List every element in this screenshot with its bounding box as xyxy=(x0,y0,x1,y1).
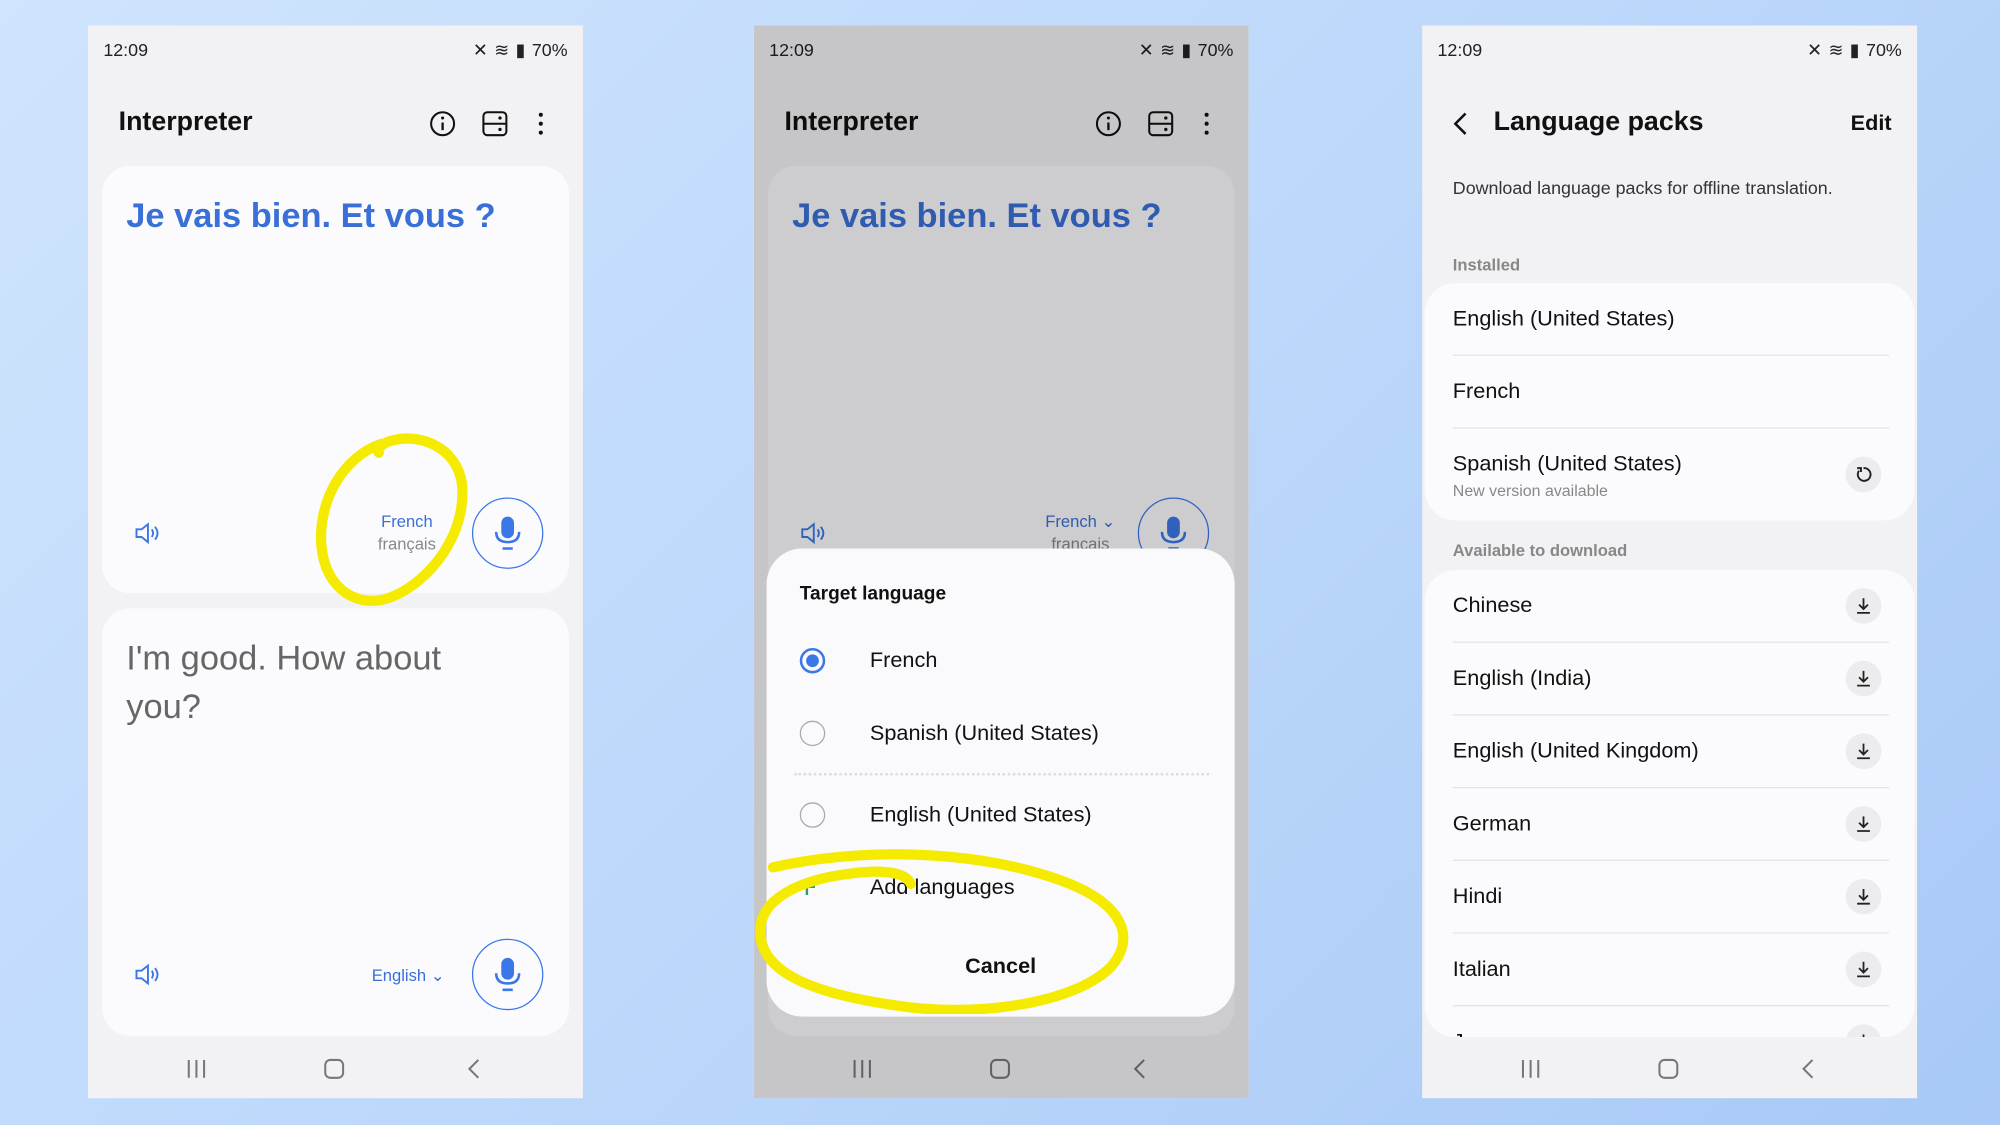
radio-unselected[interactable] xyxy=(799,720,826,747)
interpreter-screen: 12:09 ✕ ≋ ▮ 70% Interpreter Je vais bien. E… xyxy=(88,25,583,1099)
microphone-icon xyxy=(494,957,521,992)
source-language-selector[interactable]: English ⌄ xyxy=(364,964,453,987)
download-icon xyxy=(1862,1034,1865,1037)
target-language-screen: 12:09 ✕ ≋ ▮ 70% Interpreter Je vais bien. E… xyxy=(753,25,1249,1099)
back-arrow-icon[interactable] xyxy=(1450,108,1473,139)
language-name: Italian xyxy=(1452,956,1511,981)
highlight-circle xyxy=(755,849,1129,1015)
chevron-down-icon: ⌄ xyxy=(430,965,445,985)
option-label: Spanish (United States) xyxy=(869,720,1099,745)
mute-icon: ✕ xyxy=(472,38,488,60)
battery-level: 70% xyxy=(531,39,568,60)
option-label: French xyxy=(869,647,938,673)
download-icon xyxy=(1857,743,1870,760)
status-bar: 12:09 ✕ ≋ ▮ 70% xyxy=(1437,38,1902,60)
source-text: I'm good. How about you? xyxy=(126,639,442,726)
download-button[interactable] xyxy=(1845,951,1882,988)
available-list: Chinese English (India) English (United Ki… xyxy=(1424,570,1915,1037)
app-title: Interpreter xyxy=(118,107,253,137)
download-button[interactable] xyxy=(1845,1024,1882,1037)
home-icon[interactable] xyxy=(1657,1054,1680,1085)
recent-apps-icon[interactable] xyxy=(1519,1054,1542,1085)
status-bar: 12:09 ✕ ≋ ▮ 70% xyxy=(103,38,568,60)
language-name: German xyxy=(1452,811,1532,836)
page-description: Download language packs for offline tran… xyxy=(1452,177,1833,198)
navigation-bar xyxy=(1422,1054,1917,1085)
radio-unselected[interactable] xyxy=(799,802,826,828)
installed-item[interactable]: English (United States) xyxy=(1452,283,1890,356)
download-icon xyxy=(1857,961,1870,978)
source-mic-button[interactable] xyxy=(471,938,544,1011)
speaker-icon[interactable] xyxy=(131,959,162,990)
language-name: Hindi xyxy=(1452,883,1503,909)
signal-icon: ▮ xyxy=(515,38,526,60)
update-button[interactable] xyxy=(1845,456,1882,493)
available-item[interactable]: Japanese xyxy=(1453,1006,1889,1037)
installed-item[interactable]: Spanish (United States) New version avai… xyxy=(1453,429,1889,521)
language-name: French xyxy=(1452,378,1521,404)
translated-text: Je vais bien. Et vous ? xyxy=(126,196,496,235)
source-language-label: English xyxy=(371,965,427,985)
page-title: Language packs xyxy=(1493,107,1704,137)
language-name: Chinese xyxy=(1452,593,1533,618)
language-name: English (United Kingdom) xyxy=(1452,738,1699,763)
download-icon xyxy=(1857,889,1870,905)
radio-selected[interactable] xyxy=(799,647,826,674)
update-status: New version available xyxy=(1452,482,1608,500)
available-header: Available to download xyxy=(1452,540,1628,560)
download-button[interactable] xyxy=(1845,878,1882,915)
download-button[interactable] xyxy=(1845,733,1882,770)
download-button[interactable] xyxy=(1845,806,1882,842)
battery-level: 70% xyxy=(1866,39,1902,60)
source-text-card: I'm good. How about you? English ⌄ xyxy=(102,608,569,1036)
installed-header: Installed xyxy=(1452,255,1521,275)
info-icon[interactable] xyxy=(429,110,457,138)
option-label: English (United States) xyxy=(869,802,1092,827)
back-icon[interactable] xyxy=(1797,1054,1820,1085)
back-icon[interactable] xyxy=(463,1054,486,1085)
language-name: Japanese xyxy=(1453,1029,1547,1037)
download-button[interactable] xyxy=(1845,660,1882,697)
highlight-circle xyxy=(315,433,468,606)
download-icon xyxy=(1857,816,1870,832)
divider xyxy=(794,772,1210,776)
download-icon xyxy=(1857,598,1870,614)
language-name: English (India) xyxy=(1452,665,1592,691)
microphone-icon xyxy=(494,516,521,550)
navigation-bar xyxy=(88,1054,583,1085)
more-options-icon[interactable] xyxy=(527,110,555,138)
available-item[interactable]: English (United Kingdom) xyxy=(1452,716,1890,789)
status-time: 12:09 xyxy=(103,39,149,60)
home-icon[interactable] xyxy=(323,1054,346,1085)
available-item[interactable]: English (India) xyxy=(1452,643,1890,716)
language-name: English (United States) xyxy=(1452,306,1675,331)
recent-apps-icon[interactable] xyxy=(185,1054,208,1085)
wifi-icon: ≋ xyxy=(494,38,510,60)
download-icon xyxy=(1857,670,1870,687)
split-view-icon[interactable] xyxy=(481,110,509,138)
language-packs-screen: 12:09 ✕ ≋ ▮ 70% Language packs Edit Downloa… xyxy=(1422,25,1918,1099)
speaker-icon[interactable] xyxy=(131,518,162,549)
update-icon xyxy=(1856,467,1872,482)
sheet-title: Target language xyxy=(799,582,947,605)
available-item[interactable]: German xyxy=(1452,788,1890,861)
signal-icon: ▮ xyxy=(1849,38,1860,60)
installed-list: English (United States) French Spanish (… xyxy=(1424,283,1915,521)
available-item[interactable]: Italian xyxy=(1452,934,1890,1007)
download-button[interactable] xyxy=(1845,588,1882,624)
mute-icon: ✕ xyxy=(1807,38,1823,60)
installed-item[interactable]: French xyxy=(1452,356,1890,429)
edit-button[interactable]: Edit xyxy=(1851,111,1892,137)
wifi-icon: ≋ xyxy=(1828,38,1844,60)
available-item[interactable]: Hindi xyxy=(1452,861,1890,934)
available-item[interactable]: Chinese xyxy=(1452,570,1890,643)
language-name: Spanish (United States) xyxy=(1452,451,1682,476)
status-time: 12:09 xyxy=(1437,39,1483,60)
